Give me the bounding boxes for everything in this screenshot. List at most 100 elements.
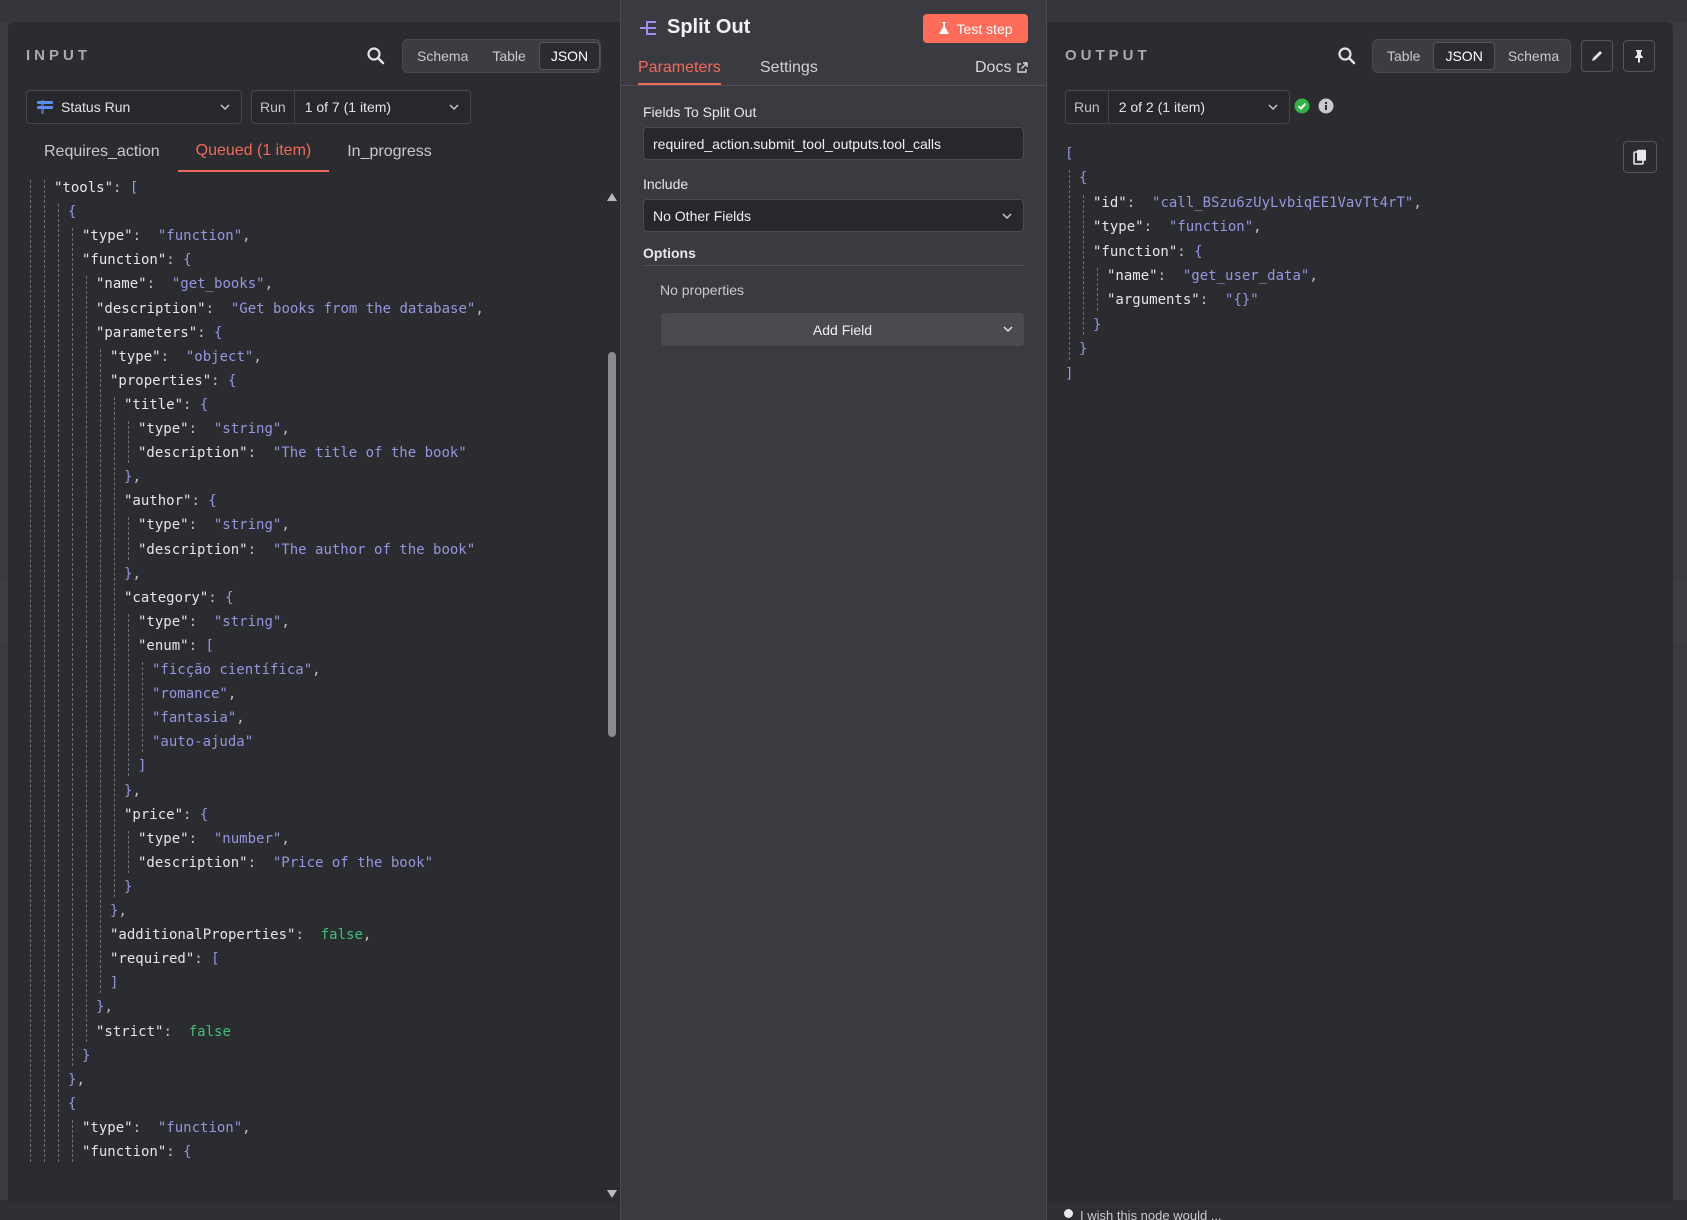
output-view-table[interactable]: Table [1376, 43, 1431, 69]
json-punct: , [1309, 268, 1318, 284]
branch-tab-in-progress[interactable]: In_progress [329, 132, 450, 172]
json-line: "type": "string", [138, 610, 290, 634]
input-branch-tabs: Requires_action Queued (1 item) In_progr… [26, 132, 450, 172]
json-line: "ficção científica", [152, 658, 321, 682]
json-key: "name" [1107, 268, 1158, 284]
edit-output-button[interactable] [1581, 40, 1613, 72]
json-punct: { [199, 806, 209, 823]
branch-tab-queued[interactable]: Queued (1 item) [177, 132, 330, 172]
json-punct: , [281, 613, 290, 630]
input-run-select[interactable]: Run 1 of 7 (1 item) [251, 90, 471, 124]
json-key: "tools" [54, 180, 114, 196]
include-value: No Other Fields [653, 207, 752, 224]
json-punct: : [205, 300, 231, 317]
json-punct: : [1143, 219, 1169, 236]
pencil-icon [1592, 51, 1602, 61]
chevron-down-icon [1002, 213, 1012, 220]
output-run-select[interactable]: Run 2 of 2 (1 item) [1065, 90, 1290, 124]
input-node-select[interactable]: Status Run [26, 90, 242, 124]
json-punct: } [1079, 341, 1088, 358]
test-step-button[interactable]: Test step [923, 14, 1028, 43]
json-line: "type": "string", [138, 417, 290, 441]
json-punct: { [68, 204, 77, 221]
tab-parameters[interactable]: Parameters [638, 59, 721, 85]
tab-settings[interactable]: Settings [760, 59, 818, 83]
node-title[interactable]: Split Out [667, 16, 750, 39]
fields-to-split-input[interactable]: required_action.submit_tool_outputs.tool… [643, 127, 1024, 160]
json-line: "required": [ [110, 947, 220, 971]
output-view-json[interactable]: JSON [1433, 42, 1495, 70]
json-line: }, [96, 995, 113, 1019]
json-punct: { [1194, 243, 1203, 260]
json-key: "type" [138, 830, 189, 847]
json-key: "strict" [96, 1023, 164, 1040]
json-line: ] [1065, 362, 1073, 386]
json-punct: [ [1065, 146, 1074, 162]
json-punct: : [146, 276, 172, 293]
options-divider [643, 265, 1024, 266]
input-run-label: Run [252, 91, 295, 123]
json-punct: : [1157, 268, 1183, 284]
json-punct: : [211, 372, 229, 389]
json-line: ] [110, 971, 118, 995]
add-field-button[interactable]: Add Field [661, 313, 1024, 346]
json-line: [ [1065, 142, 1073, 166]
pin-output-button[interactable] [1623, 40, 1655, 72]
json-line: }, [68, 1068, 85, 1092]
input-scrollbar-thumb[interactable] [608, 352, 616, 737]
input-view-table[interactable]: Table [481, 43, 536, 69]
json-punct: , [132, 565, 141, 582]
fields-to-split-label: Fields To Split Out [643, 104, 757, 120]
search-icon[interactable] [366, 46, 386, 66]
json-string: "string" [213, 517, 282, 534]
json-line: "price": { [124, 803, 208, 827]
json-key: "type" [82, 1119, 133, 1136]
json-punct: , [281, 830, 290, 847]
indent-guide [128, 613, 129, 777]
json-line: "auto-ajuda" [152, 730, 253, 754]
json-punct: , [242, 228, 251, 245]
json-punct: : [188, 421, 214, 437]
pin-icon [1635, 50, 1643, 63]
input-view-json[interactable]: JSON [538, 42, 601, 70]
feedback-hint[interactable]: I wish this node would ... [1080, 1208, 1222, 1220]
add-field-label: Add Field [812, 321, 873, 338]
scroll-up-arrow[interactable] [607, 193, 617, 201]
output-json-view[interactable]: [{"id": "call_BSzu6zUyLvbiqEE1VavTt4rT",… [1065, 142, 1665, 392]
docs-link[interactable]: Docs [975, 59, 1029, 77]
json-punct: , [118, 903, 127, 919]
json-punct: : [188, 517, 214, 534]
scroll-down-arrow[interactable] [607, 1190, 617, 1198]
input-view-schema[interactable]: Schema [406, 43, 479, 69]
json-punct: : [194, 951, 212, 968]
info-icon[interactable] [1318, 98, 1334, 114]
json-key: "name" [96, 276, 147, 293]
json-line: { [68, 200, 76, 224]
json-punct: : [208, 589, 226, 606]
input-json-view[interactable]: "tools": [{"type": "function", "function"… [18, 168, 598, 1200]
json-key: "enum" [138, 637, 189, 654]
json-punct: , [242, 1119, 251, 1136]
json-punct: { [68, 1095, 77, 1112]
json-punct: ] [110, 975, 119, 992]
json-line: "type": "function", [82, 224, 251, 248]
json-punct: [ [205, 637, 214, 654]
json-punct: , [104, 999, 113, 1016]
json-line: "type": "number", [138, 827, 290, 851]
json-punct: : [247, 854, 273, 871]
indent-guide [58, 204, 59, 1163]
options-label: Options [643, 245, 696, 261]
json-punct: , [281, 421, 290, 437]
json-punct: { [199, 396, 209, 413]
json-line: }, [124, 465, 141, 489]
search-icon[interactable] [1337, 46, 1357, 66]
branch-tab-requires-action[interactable]: Requires_action [26, 132, 178, 172]
json-string: "call_BSzu6zUyLvbiqEE1VavTt4rT" [1152, 194, 1414, 211]
json-line: "tools": [ [54, 176, 138, 200]
include-select[interactable]: No Other Fields [643, 199, 1024, 232]
json-key: "required" [110, 951, 195, 968]
output-view-schema[interactable]: Schema [1497, 43, 1570, 69]
indent-guide [1069, 170, 1070, 360]
feedback-icon [1064, 1209, 1073, 1218]
json-line: } [1079, 337, 1087, 361]
